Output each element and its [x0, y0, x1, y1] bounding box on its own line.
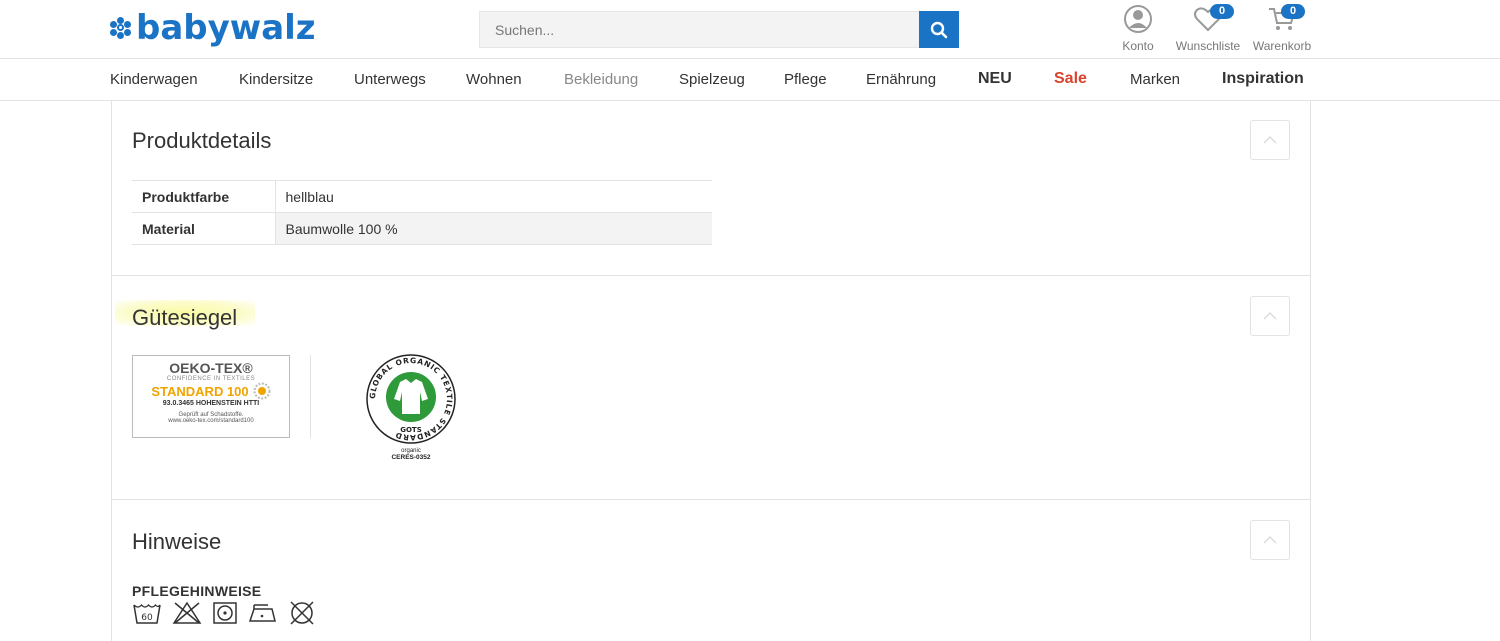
table-row: Material Baumwolle 100 % — [132, 212, 712, 245]
guetesiegel-title: Gütesiegel — [132, 305, 238, 330]
wash-60-icon: 60 — [133, 603, 161, 624]
wishlist-link[interactable]: 0 Wunschliste — [1172, 4, 1244, 53]
gots-short-text: GOTS — [400, 426, 422, 434]
no-dry-clean-icon — [290, 601, 314, 625]
care-icons-row: 60 — [132, 601, 316, 625]
nav-item-marken[interactable]: Marken — [1130, 71, 1180, 88]
nav-item-wohnen[interactable]: Wohnen — [466, 71, 522, 88]
oeko-tex-standard: STANDARD 100 — [151, 383, 249, 399]
care-instructions-title: PFLEGEHINWEISE — [132, 583, 262, 599]
chevron-up-icon — [1263, 535, 1277, 544]
nav-item-spielzeug[interactable]: Spielzeug — [679, 71, 745, 88]
logo-flower-icon — [110, 17, 132, 39]
nav-item-ernaehrung[interactable]: Ernährung — [866, 71, 936, 88]
account-label: Konto — [1122, 39, 1154, 53]
cart-count-badge: 0 — [1281, 4, 1305, 19]
section-guetesiegel: Gütesiegel OEKO-TEX® CONFIDENCE IN TEXTI… — [112, 276, 1310, 500]
collapse-hinweise-button[interactable] — [1250, 520, 1290, 560]
babywalz-logo[interactable]: babywalz — [110, 8, 316, 48]
nav-item-pflege[interactable]: Pflege — [784, 71, 827, 88]
detail-value: hellblau — [275, 180, 712, 213]
gots-cert-number: CERES-0352 — [391, 454, 431, 461]
table-row: Produktfarbe hellblau — [132, 180, 712, 213]
search-icon — [930, 21, 948, 38]
detail-key: Produktfarbe — [132, 180, 276, 213]
user-icon — [1124, 5, 1152, 33]
nav-item-kinderwagen[interactable]: Kinderwagen — [110, 71, 198, 88]
oeko-tex-number: 93.0.3465 HOHENSTEIN HTTI — [162, 400, 260, 407]
product-details-table: Produktfarbe hellblau Material Baumwolle… — [132, 180, 712, 245]
main-navigation: Kinderwagen Kindersitze Unterwegs Wohnen… — [0, 59, 1500, 101]
gots-seal: GLOBAL ORGANIC TEXTILE STANDARD GOTS org… — [364, 352, 458, 462]
cart-label: Warenkorb — [1252, 39, 1312, 53]
nav-item-bekleidung[interactable]: Bekleidung — [564, 71, 638, 88]
detail-key: Material — [132, 212, 276, 245]
no-bleach-icon — [172, 601, 202, 624]
nav-item-inspiration[interactable]: Inspiration — [1222, 70, 1304, 88]
tumble-dry-icon — [213, 602, 237, 624]
chevron-up-icon — [1263, 135, 1277, 144]
oeko-tex-name: OEKO-TEX® — [169, 360, 253, 376]
search-button[interactable] — [919, 11, 959, 48]
collapse-produktdetails-button[interactable] — [1250, 120, 1290, 160]
wishlist-count-badge: 0 — [1210, 4, 1234, 19]
nav-item-neu[interactable]: NEU — [978, 70, 1012, 88]
iron-icon — [248, 604, 276, 622]
logo-wordmark: babywalz — [136, 8, 316, 48]
cart-link[interactable]: 0 Warenkorb — [1249, 4, 1315, 53]
search-input[interactable] — [479, 11, 919, 48]
section-hinweise: Hinweise PFLEGEHINWEISE 60 — [112, 500, 1310, 641]
nav-item-sale[interactable]: Sale — [1054, 70, 1087, 88]
product-info-panel: Produktdetails Produktfarbe hellblau Mat… — [111, 101, 1311, 641]
collapse-guetesiegel-button[interactable] — [1250, 296, 1290, 336]
gots-logo-icon: GLOBAL ORGANIC TEXTILE STANDARD GOTS — [366, 354, 456, 444]
wash-temp: 60 — [141, 613, 153, 623]
site-header: babywalz Konto 0 Wunschliste 0 — [0, 0, 1500, 59]
oeko-tex-url: www.oeko-tex.com/standard100 — [168, 418, 254, 424]
detail-value: Baumwolle 100 % — [275, 212, 712, 245]
produktdetails-title: Produktdetails — [132, 128, 272, 153]
chevron-up-icon — [1263, 311, 1277, 320]
wishlist-label: Wunschliste — [1175, 39, 1241, 53]
oeko-flower-icon — [253, 382, 271, 400]
seal-divider — [310, 355, 311, 438]
search-bar — [479, 11, 959, 48]
nav-item-kindersitze[interactable]: Kindersitze — [239, 71, 313, 88]
hinweise-title: Hinweise — [132, 529, 222, 554]
oeko-tex-seal: OEKO-TEX® CONFIDENCE IN TEXTILES STANDAR… — [132, 355, 290, 438]
nav-item-unterwegs[interactable]: Unterwegs — [354, 71, 426, 88]
section-produktdetails: Produktdetails Produktfarbe hellblau Mat… — [112, 101, 1310, 276]
account-link[interactable]: Konto — [1118, 4, 1158, 53]
